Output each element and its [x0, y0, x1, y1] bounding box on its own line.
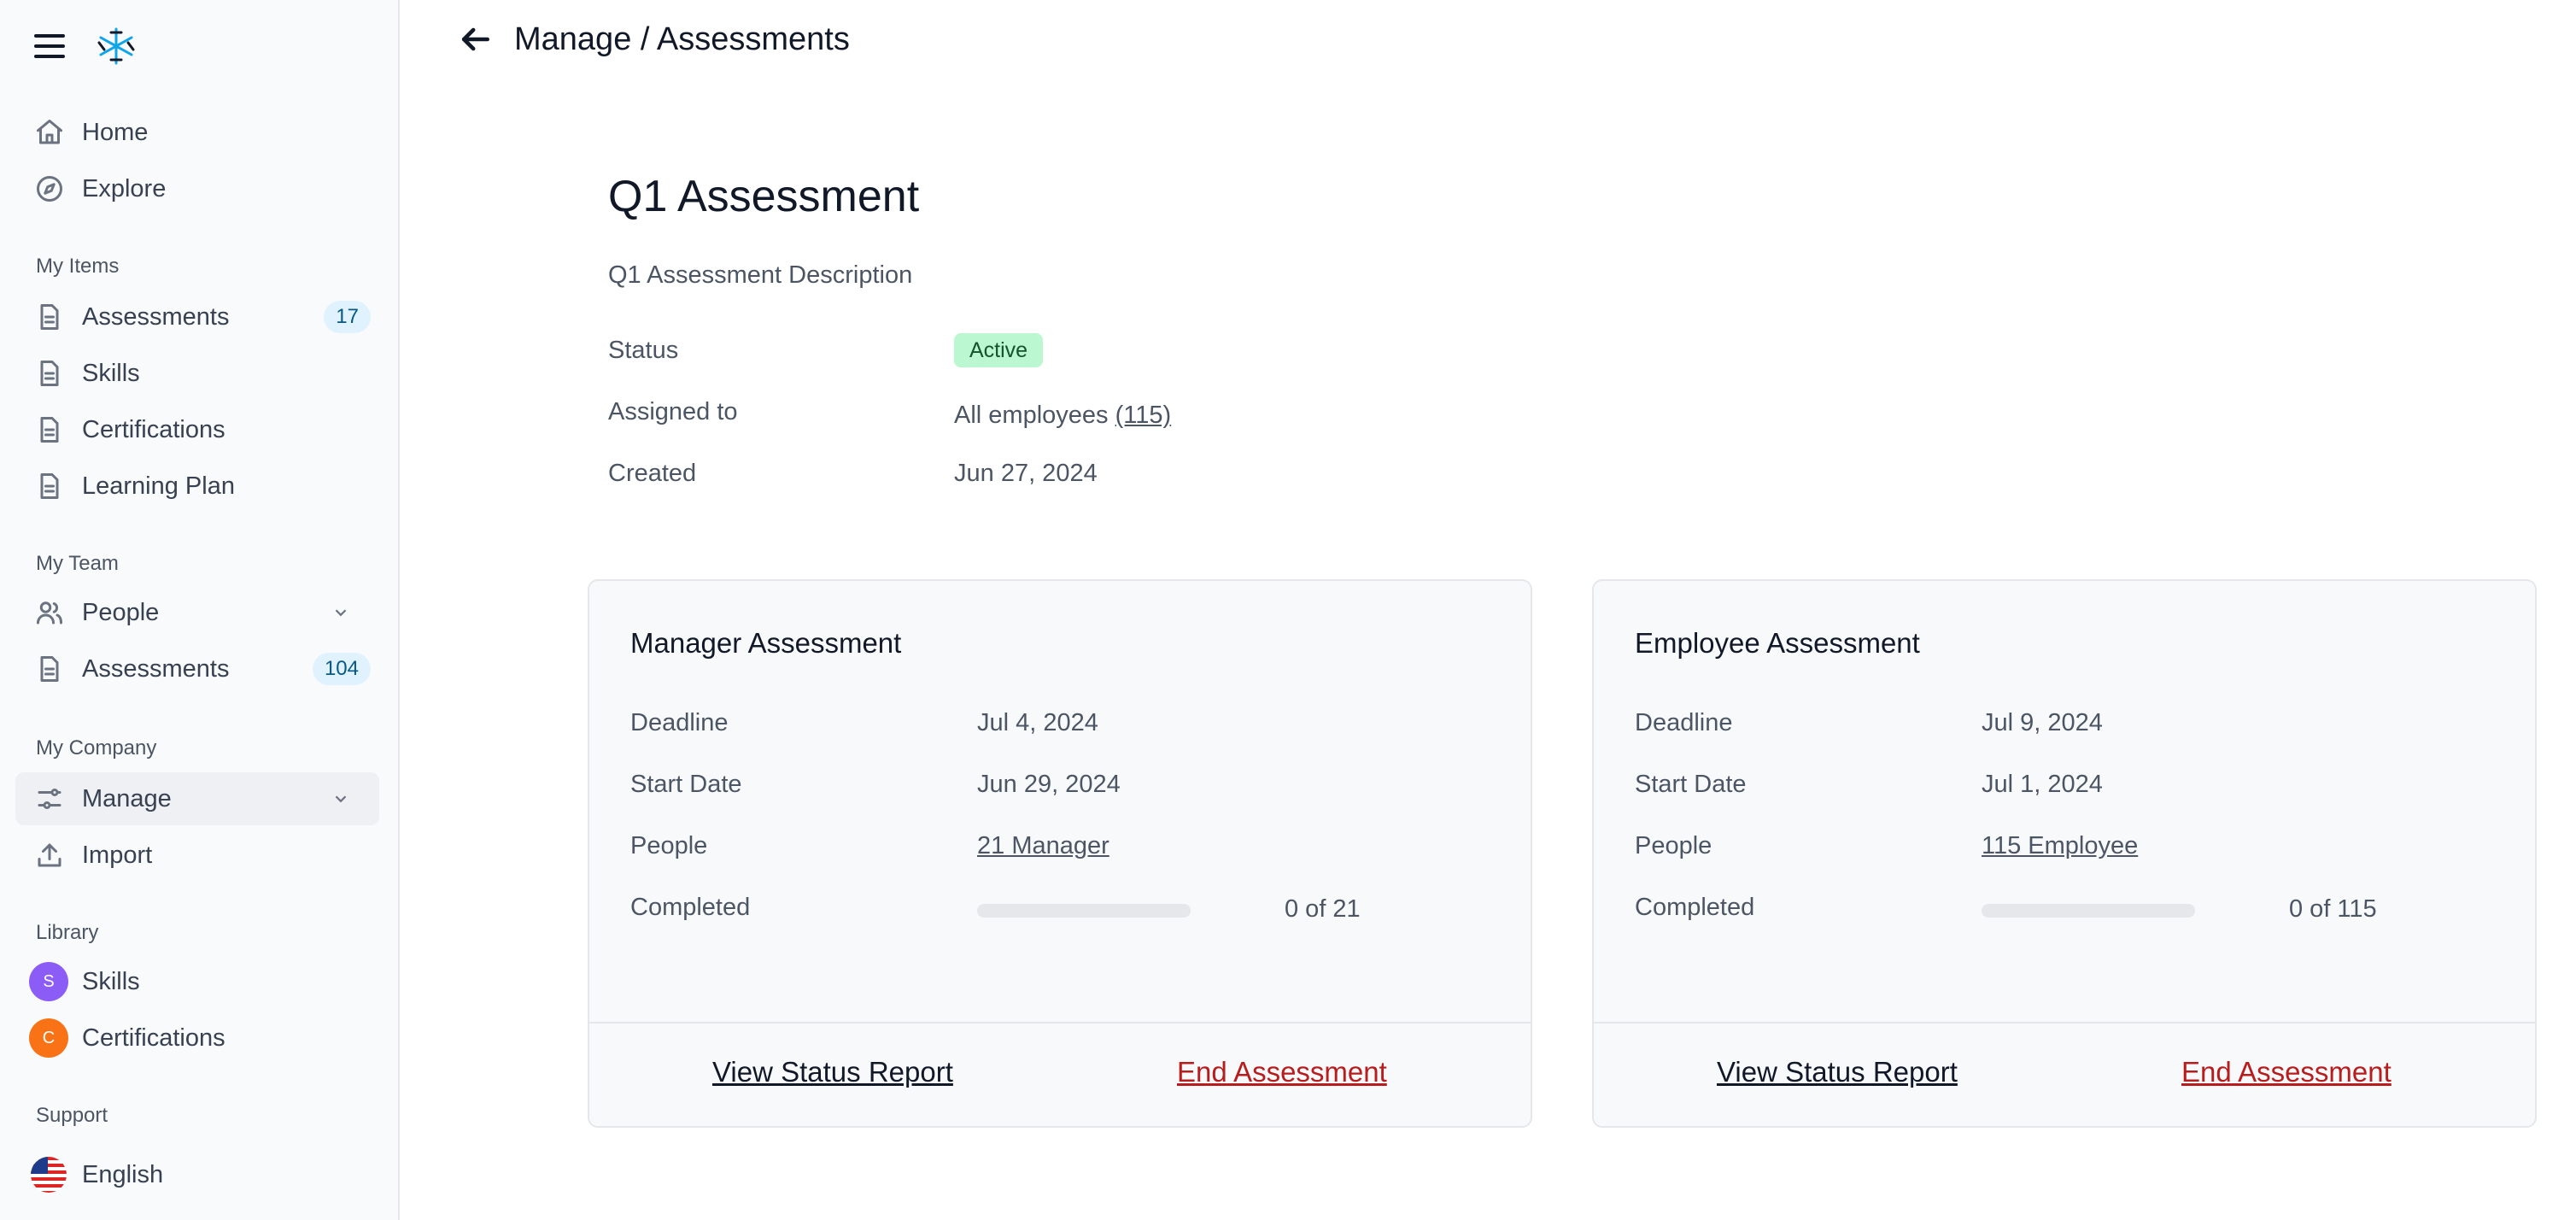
- chevron-down-icon[interactable]: [331, 603, 350, 622]
- sidebar-item-label: Explore: [82, 174, 167, 202]
- sidebar-item-team-assessments[interactable]: Assessments 104: [15, 642, 379, 695]
- people-link[interactable]: 115 Employee: [1982, 832, 2138, 860]
- sidebar-item-home[interactable]: Home: [15, 106, 379, 159]
- status-label: Status: [608, 337, 679, 364]
- people-icon: [32, 595, 67, 630]
- app-logo[interactable]: [94, 24, 138, 68]
- section-heading-support: Support: [36, 1104, 108, 1127]
- section-heading-my-items: My Items: [36, 255, 120, 278]
- sidebar: Home Explore My Items Assessments 17 Ski…: [0, 0, 400, 1220]
- start-date-value: Jul 1, 2024: [1982, 771, 2103, 798]
- completion-progress-bar: [1982, 904, 2195, 918]
- view-status-report-link[interactable]: View Status Report: [1717, 1056, 1958, 1088]
- card-title: Manager Assessment: [630, 627, 902, 659]
- document-icon: [32, 469, 67, 503]
- chevron-down-icon[interactable]: [331, 789, 350, 808]
- language-label: English: [82, 1160, 164, 1188]
- sidebar-item-label: Skills: [82, 967, 140, 995]
- sidebar-item-label: Manage: [82, 784, 172, 812]
- completed-label: Completed: [630, 894, 751, 921]
- sidebar-item-library-certifications[interactable]: C Certifications: [15, 1012, 379, 1065]
- sidebar-item-label: Home: [82, 118, 149, 146]
- section-heading-library: Library: [36, 921, 99, 944]
- deadline-value: Jul 9, 2024: [1982, 709, 2103, 736]
- created-label: Created: [608, 460, 697, 487]
- sidebar-item-label: Learning Plan: [82, 472, 235, 500]
- page-title: Q1 Assessment: [608, 172, 920, 221]
- manager-assessment-card: Manager Assessment Deadline Jul 4, 2024 …: [588, 579, 1532, 1128]
- sidebar-item-my-certifications[interactable]: Certifications: [15, 403, 379, 456]
- sidebar-item-label: Certifications: [82, 415, 225, 443]
- sidebar-item-import[interactable]: Import: [15, 829, 379, 882]
- hamburger-menu-icon[interactable]: [34, 34, 65, 58]
- status-badge: Active: [954, 333, 1044, 367]
- completion-text: 0 of 115: [2289, 895, 2377, 923]
- sidebar-item-library-skills[interactable]: S Skills: [15, 955, 379, 1008]
- sidebar-item-label: Assessments: [82, 302, 230, 331]
- sidebar-item-my-skills[interactable]: Skills: [15, 347, 379, 400]
- home-icon: [32, 115, 67, 150]
- section-heading-my-company: My Company: [36, 736, 157, 760]
- sidebar-item-label: Assessments: [82, 654, 230, 683]
- employee-assessment-card: Employee Assessment Deadline Jul 9, 2024…: [1592, 579, 2537, 1128]
- card-divider: [589, 1022, 1531, 1024]
- card-title: Employee Assessment: [1635, 627, 1920, 659]
- people-label: People: [1635, 832, 1712, 859]
- sidebar-item-people[interactable]: People: [15, 586, 379, 639]
- sidebar-item-explore[interactable]: Explore: [15, 162, 379, 215]
- language-selector[interactable]: English: [15, 1148, 379, 1201]
- start-date-label: Start Date: [630, 771, 742, 798]
- count-badge: 17: [324, 301, 371, 333]
- completion-text: 0 of 21: [1285, 895, 1361, 923]
- end-assessment-link[interactable]: End Assessment: [1177, 1056, 1387, 1088]
- document-icon: [32, 413, 67, 447]
- library-avatar-skills: S: [29, 962, 68, 1001]
- assigned-count-link[interactable]: (115): [1115, 402, 1172, 429]
- page-header: Manage / Assessments: [456, 21, 850, 58]
- sidebar-item-label: People: [82, 598, 160, 626]
- document-icon: [32, 300, 67, 334]
- sidebar-header: [34, 24, 138, 68]
- sidebar-item-my-assessments[interactable]: Assessments 17: [15, 290, 379, 343]
- us-flag-icon: [31, 1157, 67, 1193]
- assigned-to-text: All employees: [954, 402, 1109, 429]
- created-value: Jun 27, 2024: [954, 460, 1098, 487]
- sidebar-item-learning-plan[interactable]: Learning Plan: [15, 460, 379, 513]
- view-status-report-link[interactable]: View Status Report: [712, 1056, 953, 1088]
- sidebar-item-manage[interactable]: Manage: [15, 772, 379, 825]
- card-divider: [1594, 1022, 2535, 1024]
- upload-icon: [32, 838, 67, 872]
- deadline-label: Deadline: [1635, 709, 1733, 736]
- start-date-label: Start Date: [1635, 771, 1747, 798]
- assessment-description: Q1 Assessment Description: [608, 261, 913, 289]
- people-link[interactable]: 21 Manager: [977, 832, 1109, 860]
- breadcrumb: Manage / Assessments: [514, 21, 850, 57]
- people-label: People: [630, 832, 708, 859]
- sidebar-item-label: Certifications: [82, 1024, 225, 1052]
- sidebar-item-label: Skills: [82, 359, 140, 387]
- compass-icon: [32, 172, 67, 206]
- back-arrow-icon[interactable]: [456, 21, 494, 58]
- library-avatar-certifications: C: [29, 1018, 68, 1058]
- start-date-value: Jun 29, 2024: [977, 771, 1121, 798]
- sliders-icon: [32, 782, 67, 816]
- assigned-to-value: All employees (115): [954, 402, 1171, 430]
- deadline-label: Deadline: [630, 709, 729, 736]
- document-icon: [32, 356, 67, 390]
- deadline-value: Jul 4, 2024: [977, 709, 1098, 736]
- document-icon: [32, 652, 67, 686]
- section-heading-my-team: My Team: [36, 552, 119, 575]
- assigned-to-label: Assigned to: [608, 398, 738, 425]
- completion-progress-bar: [977, 904, 1191, 918]
- end-assessment-link[interactable]: End Assessment: [2181, 1056, 2392, 1088]
- completed-label: Completed: [1635, 894, 1755, 921]
- sidebar-item-label: Import: [82, 841, 153, 869]
- count-badge: 104: [312, 653, 371, 685]
